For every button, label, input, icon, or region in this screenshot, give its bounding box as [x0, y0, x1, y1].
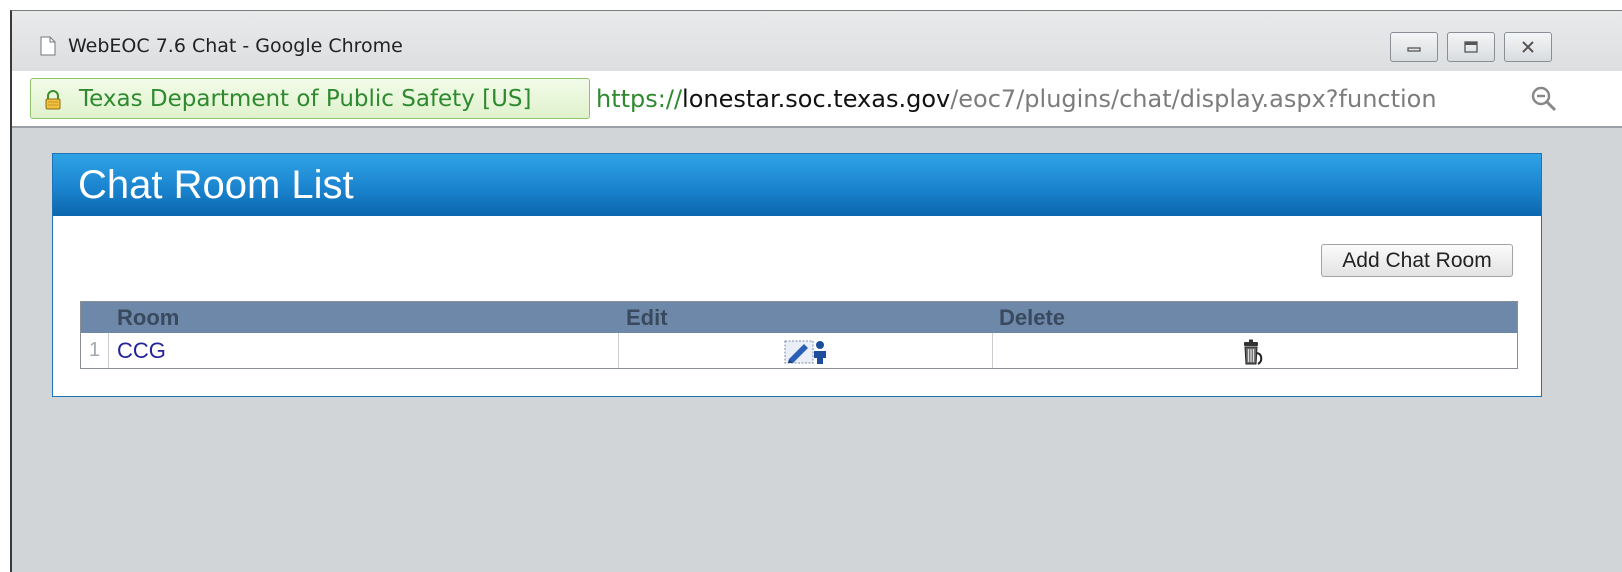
minimize-button[interactable] [1390, 32, 1438, 62]
window-title: WebEOC 7.6 Chat - Google Chrome [68, 35, 403, 57]
column-header-edit: Edit [626, 305, 668, 330]
maximize-button[interactable] [1447, 32, 1495, 62]
page-title: Chat Room List [78, 163, 354, 207]
close-button[interactable] [1504, 32, 1552, 62]
url-path: /eoc7/plugins/chat/display.aspx?function [950, 85, 1437, 113]
url-host: lonestar.soc.texas.gov [682, 85, 951, 113]
url-field[interactable]: https://lonestar.soc.texas.gov/eoc7/plug… [596, 85, 1526, 113]
close-icon [1522, 41, 1534, 53]
minimize-icon [1407, 47, 1421, 52]
lock-icon [45, 90, 61, 110]
cell-divider [992, 333, 993, 368]
ev-certificate-badge[interactable]: Texas Department of Public Safety [US] [30, 78, 590, 119]
chat-room-table: Room Edit Delete 1 CCG [80, 301, 1518, 369]
cell-divider [108, 333, 109, 368]
address-bar: Texas Department of Public Safety [US] h… [12, 71, 1622, 128]
edit-icon[interactable] [784, 339, 828, 365]
table-row: 1 CCG [81, 333, 1517, 368]
column-header-room[interactable]: Room [117, 305, 179, 331]
room-link[interactable]: CCG [117, 338, 166, 364]
url-scheme: https:// [596, 85, 683, 113]
cell-divider [618, 333, 619, 368]
trash-icon[interactable] [1241, 339, 1265, 365]
page-icon [40, 36, 56, 56]
zoom-icon[interactable] [1530, 85, 1558, 113]
chat-room-list-panel: Chat Room List Add Chat Room Room Edit D… [52, 153, 1542, 397]
table-header: Room Edit Delete [81, 302, 1517, 333]
add-chat-room-button[interactable]: Add Chat Room [1321, 244, 1513, 277]
ev-organization-name: Texas Department of Public Safety [US] [79, 86, 532, 112]
column-header-delete: Delete [999, 305, 1066, 330]
panel-header: Chat Room List [53, 154, 1541, 216]
row-number: 1 [89, 339, 101, 361]
browser-window: WebEOC 7.6 Chat - Google Chrome Texas De… [10, 10, 1622, 572]
title-bar: WebEOC 7.6 Chat - Google Chrome [12, 11, 1622, 71]
maximize-icon [1464, 41, 1478, 53]
